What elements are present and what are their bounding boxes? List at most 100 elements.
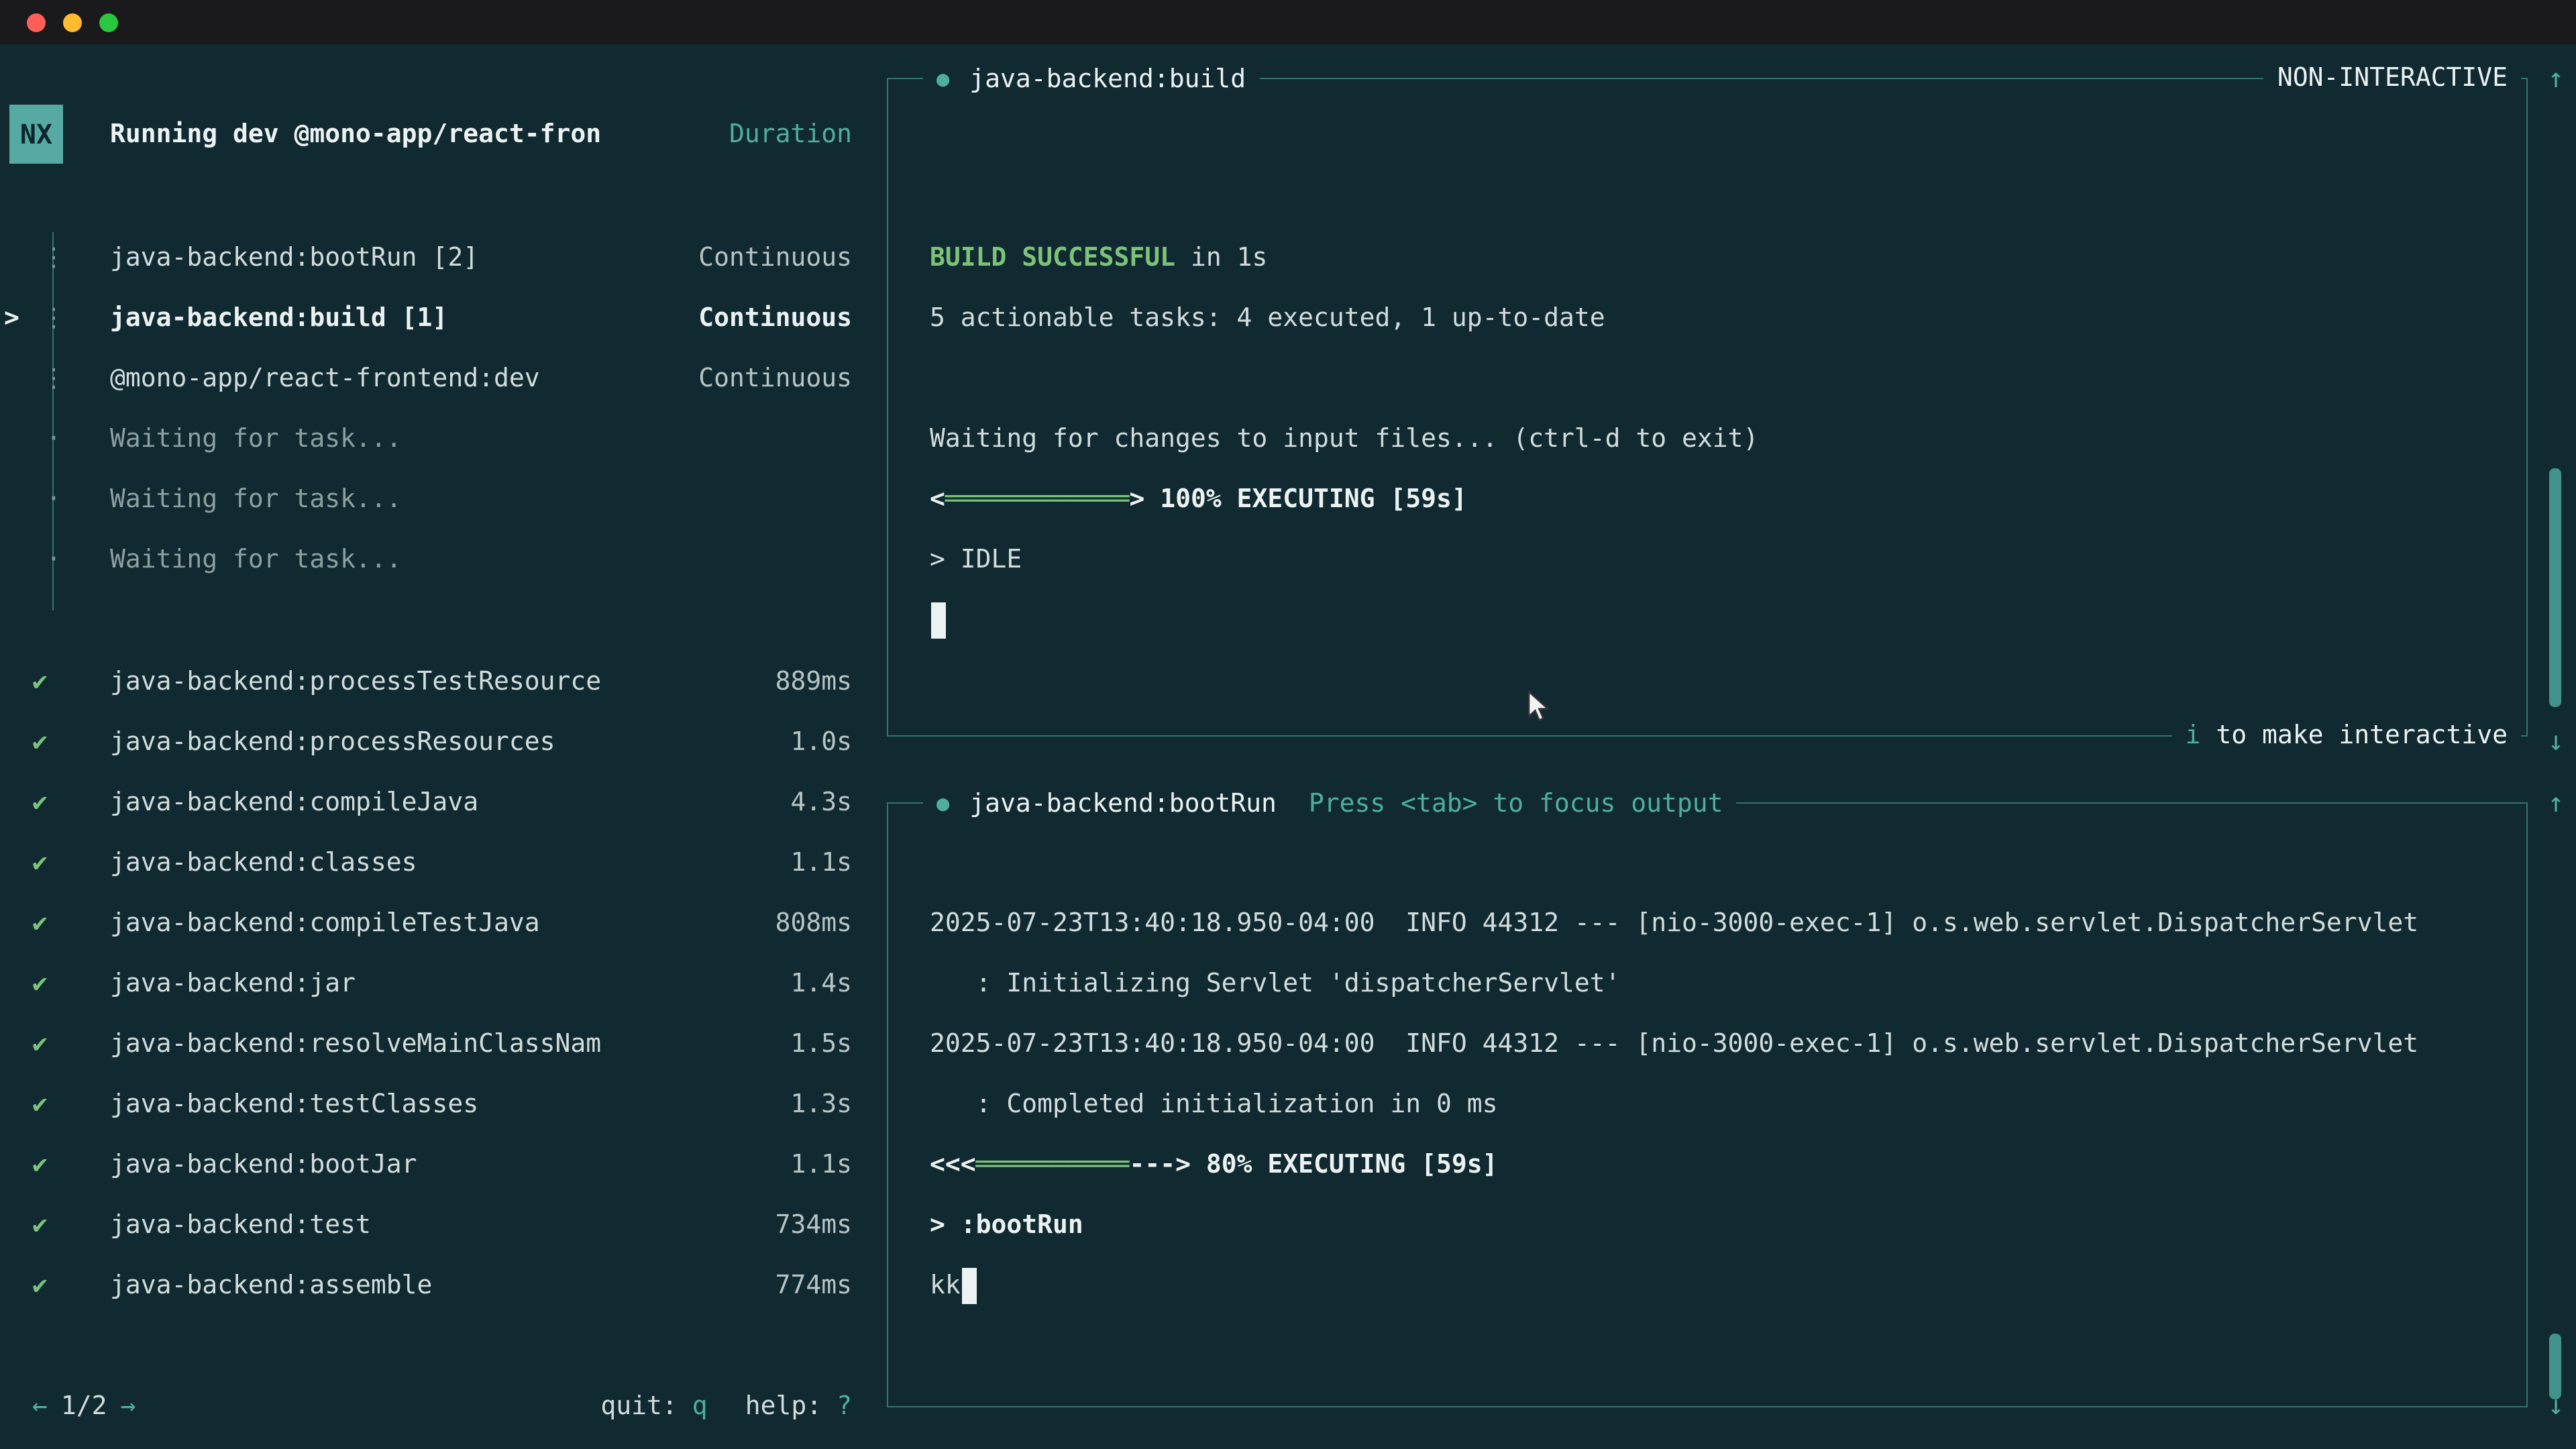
scroll-up-icon-bottom-panel[interactable]: ↑ (2538, 773, 2573, 833)
task-duration: 889ms (775, 666, 852, 696)
running-task-row[interactable]: ·Waiting for task... (0, 468, 872, 529)
quit-key[interactable]: q (692, 1391, 708, 1420)
task-label: java-backend:classes (110, 847, 417, 877)
task-label: Waiting for task... (110, 544, 402, 574)
completed-task-row[interactable]: ✔java-backend:bootJar1.1s (0, 1134, 872, 1194)
running-task-row[interactable]: ⋮@mono-app/react-frontend:devContinuous (0, 347, 872, 408)
terminal-line: kk (930, 1256, 2526, 1316)
running-task-row[interactable]: > ⋮ java-backend:build [1] Continuous (0, 287, 872, 347)
task-status: Continuous (698, 242, 852, 272)
completed-task-row[interactable]: ✔java-backend:compileTestJava808ms (0, 892, 872, 953)
text-segment: <<< (930, 1150, 976, 1179)
task-duration: 1.5s (790, 1028, 852, 1058)
zoom-button[interactable] (99, 13, 118, 32)
bottom-panel-scrollbar[interactable] (2549, 1334, 2561, 1399)
noninteractive-badge: NON-INTERACTIVE (2264, 48, 2521, 109)
completed-task-row[interactable]: ✔java-backend:assemble774ms (0, 1254, 872, 1315)
terminal-line: > IDLE (930, 530, 2526, 590)
completed-task-row[interactable]: ✔java-backend:processTestResource889ms (0, 651, 872, 711)
panel-title: ●java-backend:bootRunPress <tab> to focu… (923, 773, 1737, 833)
terminal-line: 2025-07-23T13:40:18.950-04:00 INFO 44312… (930, 894, 2526, 954)
check-icon: ✔ (32, 727, 67, 756)
terminal-line: : Completed initialization in 0 ms (930, 1075, 2526, 1135)
running-task-row[interactable]: · Waiting for task... (0, 529, 872, 589)
completed-task-list: ✔java-backend:processTestResource889ms✔j… (0, 651, 872, 1315)
quit-label: quit: (600, 1391, 677, 1420)
terminal-line: <<<══════════---> 80% EXECUTING [59s] (930, 1135, 2526, 1195)
completed-task-row[interactable]: ✔java-backend:jar1.4s (0, 953, 872, 1013)
build-output-panel: ●java-backend:build NON-INTERACTIVE BUIL… (887, 78, 2528, 737)
terminal-line: Waiting for changes to input files... (c… (930, 409, 2526, 470)
text-segment: > (1129, 484, 1144, 514)
completed-task-row[interactable]: ✔java-backend:classes1.1s (0, 832, 872, 892)
text-segment: in 1s (1175, 243, 1267, 272)
task-label: java-backend:processTestResource (110, 666, 601, 696)
text-segment: 2025-07-23T13:40:18.950-04:00 INFO 44312… (930, 1029, 2418, 1059)
task-duration: 1.3s (790, 1089, 852, 1118)
sidebar-footer: ←1/2→ quit:qhelp:? (0, 1375, 872, 1436)
task-label: Waiting for task... (110, 484, 402, 513)
text-segment: ---> (1129, 1150, 1191, 1179)
task-label: java-backend:jar (110, 968, 356, 998)
task-label: java-backend:testClasses (110, 1089, 478, 1118)
task-running-icon: ● (936, 66, 949, 91)
completed-task-row[interactable]: ✔java-backend:compileJava4.3s (0, 771, 872, 832)
running-task-row[interactable]: ⋮java-backend:bootRun [2]Continuous (0, 227, 872, 287)
terminal-line: BUILD SUCCESSFUL in 1s (930, 228, 2526, 288)
titlebar (0, 0, 2576, 44)
task-label: java-backend:processResources (110, 727, 555, 756)
help-key[interactable]: ? (837, 1391, 852, 1420)
terminal-window: NX Running dev @mono-app/react-fron Dura… (0, 0, 2576, 1449)
nx-logo: NX (9, 105, 63, 164)
scroll-down-icon-top-panel[interactable]: ↓ (2538, 711, 2573, 771)
text-segment: > IDLE (930, 545, 1022, 574)
task-state-icon: · (40, 544, 67, 574)
task-label: java-backend:bootJar (110, 1149, 417, 1179)
task-label: java-backend:build [1] (110, 303, 447, 332)
running-task-list: ⋮java-backend:bootRun [2]Continuous > ⋮ jav… (0, 227, 872, 589)
text-segment: BUILD SUCCESSFUL (930, 243, 1175, 272)
duration-column-header: Duration (729, 119, 852, 149)
task-label: java-backend:test (110, 1210, 371, 1239)
panel-title-text: java-backend:build (969, 64, 1246, 93)
terminal-line: 2025-07-23T13:40:18.950-04:00 INFO 44312… (930, 1014, 2526, 1075)
page-indicator: 1/2 (61, 1391, 107, 1420)
task-label: java-backend:resolveMainClassNam (110, 1028, 601, 1058)
bootrun-output[interactable]: 2025-07-23T13:40:18.950-04:00 INFO 44312… (888, 804, 2526, 1406)
task-duration: 808ms (775, 908, 852, 937)
terminal-line: : Initializing Servlet 'dispatcherServle… (930, 954, 2526, 1014)
text-segment: < (930, 484, 945, 514)
scroll-up-icon-top-panel[interactable]: ↑ (2538, 48, 2573, 109)
completed-task-row[interactable]: ✔ java-backend:processResources 1.0s (0, 711, 872, 771)
completed-task-row[interactable]: ✔java-backend:resolveMainClassNam1.5s (0, 1013, 872, 1073)
completed-task-row[interactable]: ✔java-backend:test734ms (0, 1194, 872, 1254)
prev-page-arrow[interactable]: ← (32, 1391, 48, 1420)
next-page-arrow[interactable]: → (121, 1391, 136, 1420)
text-segment: 80% EXECUTING [59s] (1191, 1150, 1498, 1179)
task-state-icon: ⋮ (40, 303, 67, 332)
terminal-line: <════════════> 100% EXECUTING [59s] (930, 470, 2526, 530)
check-icon: ✔ (32, 1089, 67, 1118)
task-status: Continuous (698, 303, 852, 332)
interactive-hint: i to make interactive (2172, 706, 2521, 766)
hint-key[interactable]: i (2186, 720, 2201, 750)
close-button[interactable] (27, 13, 46, 32)
run-title: Running dev @mono-app/react-fron (110, 119, 601, 149)
completed-task-row[interactable]: ✔ java-backend:testClasses 1.3s (0, 1073, 872, 1134)
task-sidebar: NX Running dev @mono-app/react-fron Dura… (0, 44, 872, 1449)
task-duration: 1.0s (790, 727, 852, 756)
text-segment: 100% EXECUTING [59s] (1144, 484, 1466, 514)
build-output[interactable]: BUILD SUCCESSFUL in 1s 5 actionable tasks… (888, 79, 2526, 735)
running-task-row[interactable]: ·Waiting for task... (0, 408, 872, 468)
task-label: java-backend:compileTestJava (110, 908, 540, 937)
top-panel-scrollbar[interactable] (2549, 468, 2561, 707)
text-segment: 5 actionable tasks: 4 executed, 1 up-to-… (930, 303, 1605, 333)
task-label: Waiting for task... (110, 423, 402, 453)
terminal-line (930, 590, 2526, 651)
terminal-line: 5 actionable tasks: 4 executed, 1 up-to-… (930, 288, 2526, 349)
minimize-button[interactable] (63, 13, 82, 32)
selected-task-arrow: > (4, 303, 19, 332)
task-duration: 1.1s (790, 1149, 852, 1179)
check-icon: ✔ (32, 1270, 67, 1299)
check-icon: ✔ (32, 787, 67, 816)
